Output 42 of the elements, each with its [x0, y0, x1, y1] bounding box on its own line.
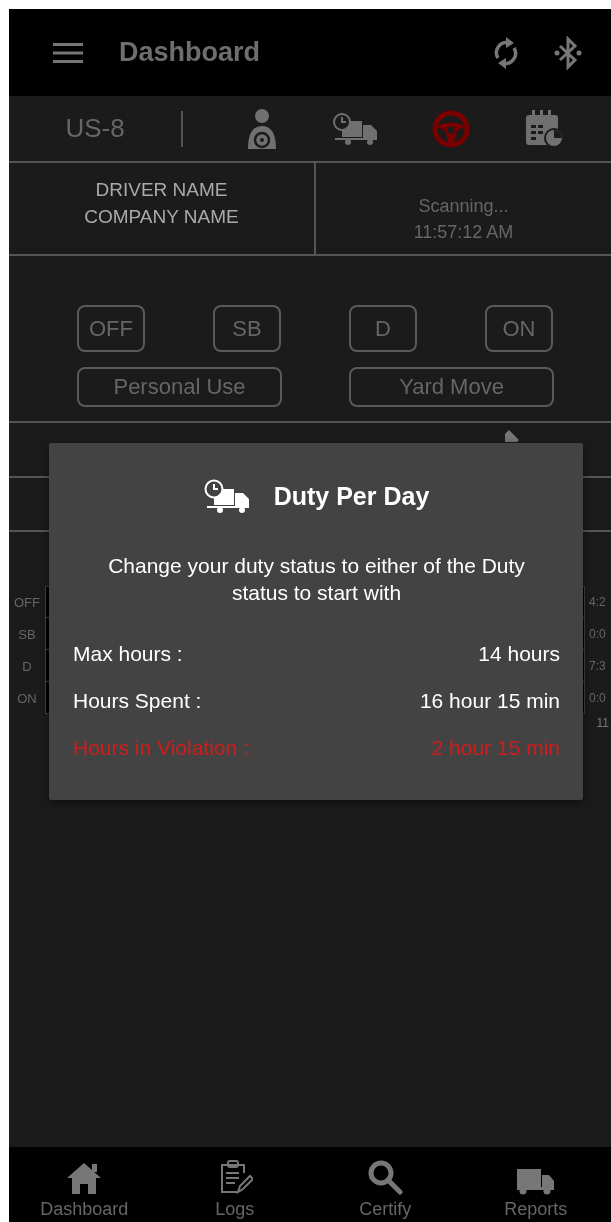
truck-clock-icon[interactable] [331, 112, 378, 145]
nav-tab[interactable]: Reports [460, 1147, 611, 1222]
status-time: 11:57:12 AM [413, 220, 514, 244]
chart-total: 11 [596, 716, 609, 730]
connection-status: Scanning... [418, 194, 509, 218]
search-icon [367, 1159, 404, 1195]
dialog-title: Duty Per Day [273, 481, 430, 511]
sync-icon[interactable] [493, 35, 519, 70]
nav-tab[interactable]: Certify [310, 1147, 461, 1222]
status-total: 7:3 [588, 658, 607, 675]
duty-status-button[interactable]: D [349, 305, 417, 352]
screen-title: Dashboard [119, 37, 262, 68]
duty-status-button[interactable]: ON [485, 305, 553, 352]
status-total: 4:2 [588, 594, 607, 611]
status-label: OFF [13, 593, 41, 612]
bluetooth-icon[interactable] [553, 35, 583, 70]
status-total: 0:0 [588, 626, 607, 643]
special-status-button[interactable]: Yard Move [349, 367, 554, 407]
calendar-clock-icon[interactable] [524, 108, 565, 149]
hours-label: Hours in Violation : [73, 735, 249, 761]
special-status-button[interactable]: Personal Use [77, 367, 282, 407]
hours-label: Hours Spent : [73, 688, 202, 714]
status-label: ON [16, 689, 38, 708]
status-label: D [21, 657, 33, 676]
status-label: SB [17, 625, 37, 644]
status-total: 0:0 [588, 690, 607, 707]
menu-icon[interactable] [53, 41, 83, 64]
nav-tab[interactable]: Logs [159, 1147, 310, 1222]
ruleset-label: US-8 [64, 113, 126, 144]
truck-clock-icon [203, 479, 250, 513]
driver-name: DRIVER NAME [95, 177, 228, 202]
hours-label: Max hours : [73, 641, 183, 667]
hours-value: 2 hour 15 min [431, 735, 560, 761]
duty-status-button[interactable]: SB [213, 305, 281, 352]
nav-tab[interactable]: Dashboard [9, 1147, 160, 1222]
dialog-message: Change your duty status to either of the Duty status to start with [107, 553, 526, 606]
hours-value: 14 hours [478, 641, 560, 667]
duty-status-button[interactable]: OFF [77, 305, 145, 352]
hours-value: 16 hour 15 min [419, 688, 560, 714]
truck-icon [516, 1167, 555, 1195]
home-icon [66, 1161, 103, 1195]
company-name: COMPANY NAME [84, 204, 239, 229]
